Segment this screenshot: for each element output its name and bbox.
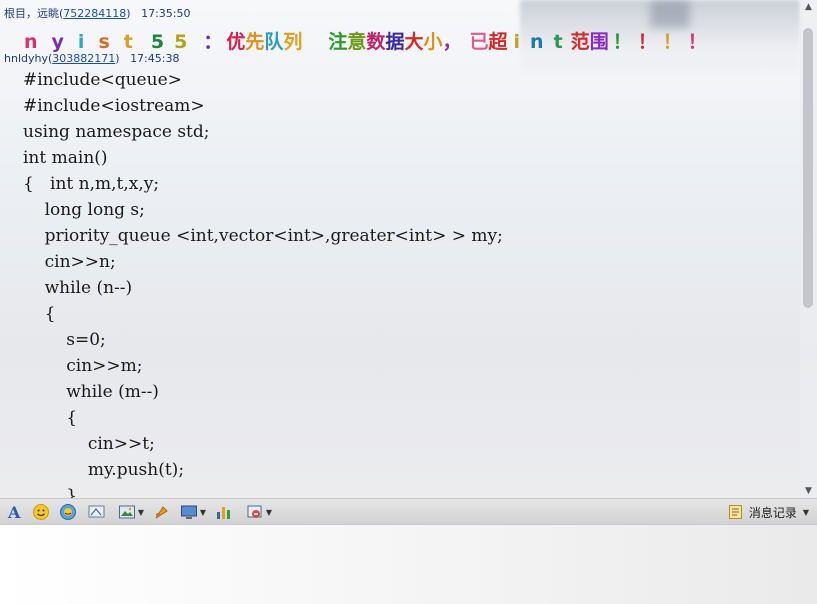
rainbow-char: i [513,31,521,53]
rainbow-char: 大 [404,31,424,53]
rainbow-char: n [24,31,38,53]
code-line: while (n--) [23,278,133,298]
rainbow-char: 已 [469,31,489,53]
rainbow-char: 5 [150,31,165,53]
chat-display-area: 根目，远眺(752284118) 17:35:50 n y i s t 5 5：优先队列 注意… [0,0,817,498]
magic-emoji-icon[interactable] [58,502,78,522]
image-icon[interactable]: ▼ [116,502,146,522]
rainbow-char: n [530,31,544,53]
message-body-rainbow: n y i s t 5 5：优先队列 注意数据大小， 已超 i n t 范围！！！！ [24,27,707,54]
rainbow-char: 列 [283,31,303,53]
vote-icon[interactable] [214,502,234,522]
rainbow-char: 注 [328,31,348,53]
message-time: 17:35:50 [141,7,191,20]
rainbow-char: ！ [637,31,657,53]
more-icon[interactable]: ▼ [244,502,274,522]
sender-name: 根目，远眺( [4,7,64,20]
code-line: cin>>n; [23,252,116,272]
rainbow-char: 范 [570,31,590,53]
svg-text:A: A [7,503,21,521]
emoji-icon[interactable] [31,502,51,522]
code-line: cin>>m; [23,356,143,376]
rainbow-char: ！ [612,31,632,53]
rainbow-char: ！ [662,31,682,53]
rainbow-char: ， [442,31,462,53]
code-line: int main() [23,148,108,168]
message-header: 根目，远眺(752284118) 17:35:50 [4,5,191,21]
code-line: { [23,408,78,428]
rainbow-char: y [51,31,64,53]
scroll-thumb[interactable] [803,28,813,308]
scroll-down-arrow-icon[interactable]: ▼ [800,484,817,498]
code-line: while (m--) [23,382,159,402]
message-time: 17:45:38 [130,52,180,65]
message-header: hnldyhy(303882171) 17:45:38 [4,52,179,65]
message-body-code: #include<queue> #include<iostream> using n… [23,67,503,498]
history-label: 消息记录 [748,505,797,520]
sender-qq-link[interactable]: 752284118 [63,7,126,20]
code-line: } [23,486,78,498]
scroll-up-arrow-icon[interactable]: ▲ [800,0,817,14]
rainbow-char: 据 [385,31,405,53]
rainbow-char: 小 [423,31,443,53]
sender-close-paren: ) [115,52,120,65]
sender-close-paren: ) [126,7,131,20]
rainbow-char: 优 [226,31,246,53]
rainbow-char: ： [203,31,223,53]
chat-scrollbar[interactable]: ▲ ▼ [800,0,817,498]
code-line: s=0; [23,330,106,350]
rainbow-char: 数 [366,31,386,53]
rainbow-char: 5 [174,31,188,53]
rainbow-char: 先 [245,31,265,53]
code-line: using namespace std; [23,122,210,142]
rainbow-char: t [123,31,133,53]
rainbow-char: 超 [488,31,508,53]
rainbow-char: 队 [264,31,284,53]
shake-icon[interactable] [86,502,108,522]
code-line: cin>>t; [23,434,155,454]
rainbow-char: t [553,31,563,53]
code-line: long long s; [23,200,145,220]
rainbow-char: 围 [589,31,609,53]
message-history-button[interactable]: 消息记录 ▼ [728,502,809,522]
code-line: priority_queue <int,vector<int>,greater<… [23,226,503,246]
rainbow-char: s [98,31,110,53]
code-line: #include<queue> [23,70,182,90]
code-line: #include<iostream> [23,96,205,116]
screen-share-icon[interactable]: ▼ [178,502,208,522]
history-icon [728,505,742,519]
message-input-area[interactable] [0,525,817,604]
rainbow-char: ！ [687,31,707,53]
rainbow-char: 意 [347,31,367,53]
screenshot-icon[interactable] [152,502,172,522]
sender-name: hnldyhy( [4,52,53,65]
code-line: my.push(t); [23,460,185,480]
rainbow-char: i [77,31,85,53]
code-line: { [23,304,56,324]
chat-toolbar: A ▼ ▼ ▼ 消息记录 ▼ [0,498,817,525]
sender-qq-link[interactable]: 303882171 [52,52,115,65]
font-icon[interactable]: A [5,502,25,522]
code-line: { int n,m,t,x,y; [23,174,160,194]
